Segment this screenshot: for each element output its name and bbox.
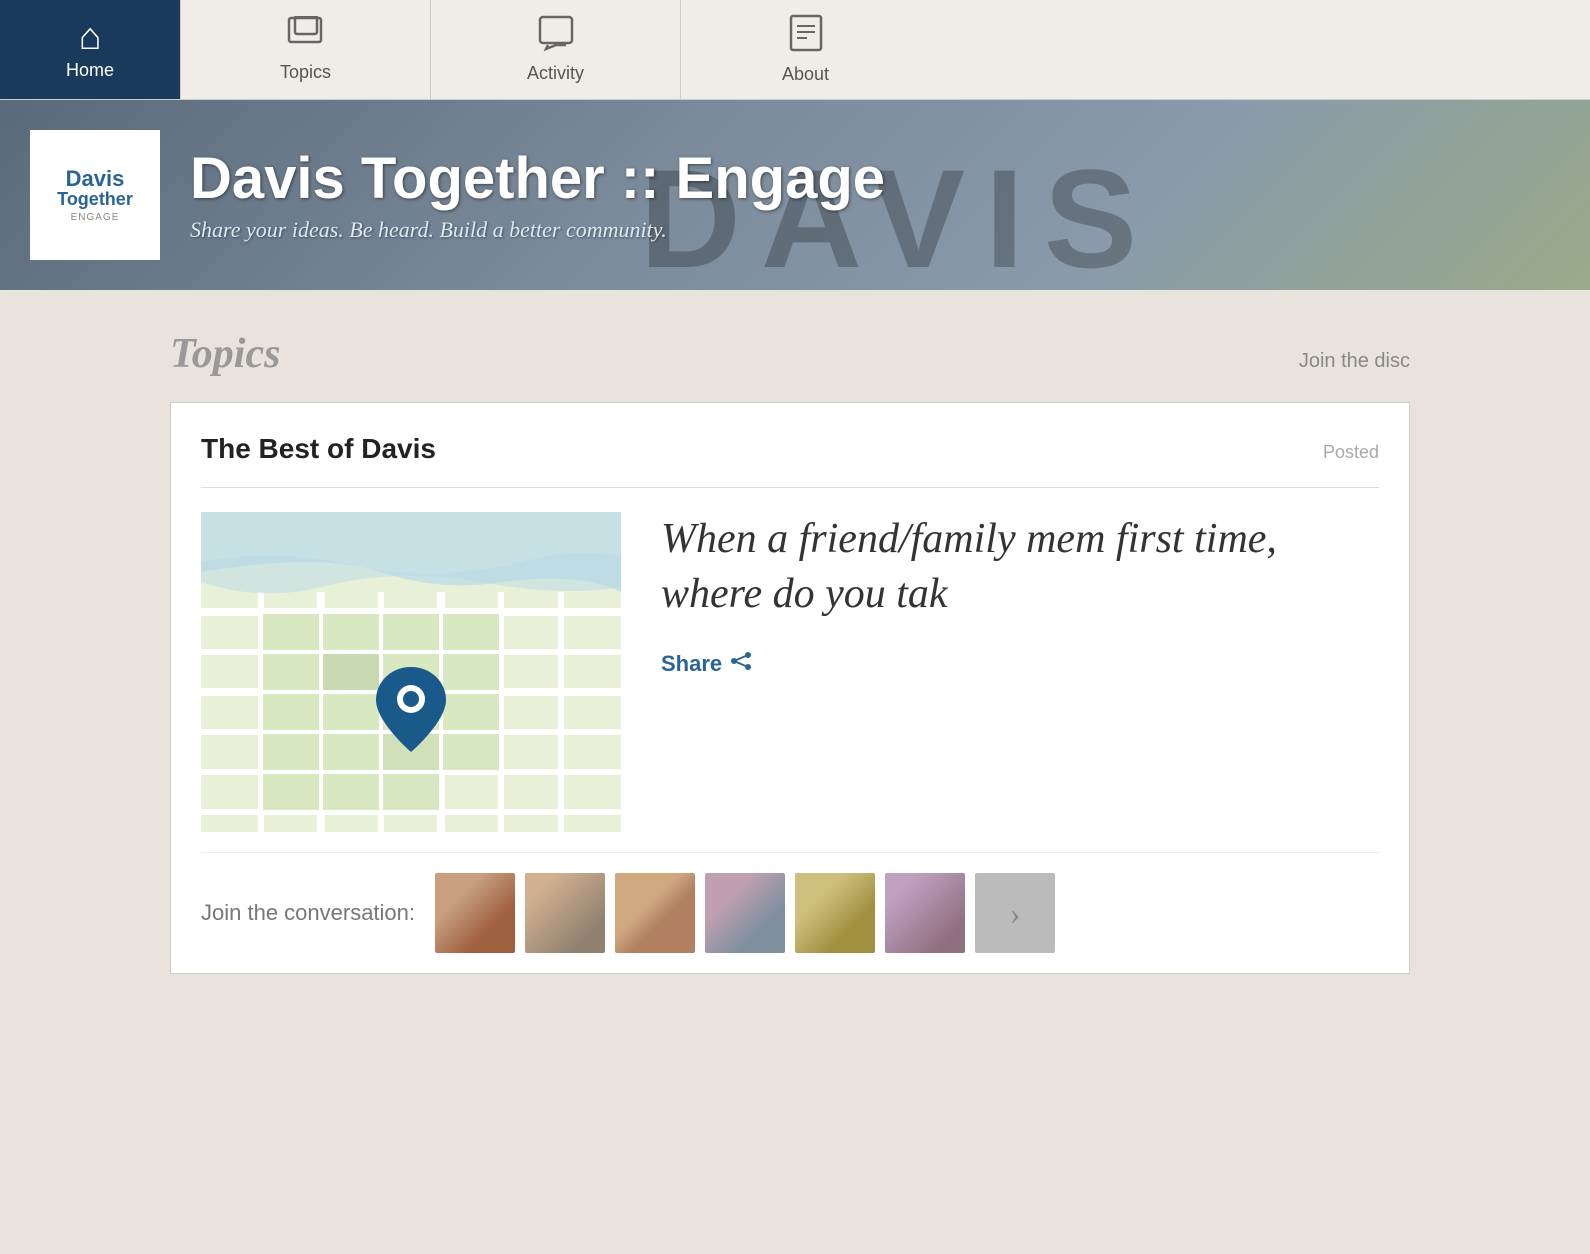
join-conversation-label: Join the conversation: — [201, 900, 415, 926]
topics-icon — [287, 16, 325, 58]
share-icon — [730, 652, 752, 676]
logo-text-engage: ENGAGE — [71, 212, 120, 223]
home-icon: ⌂ — [79, 18, 102, 56]
logo-text-davis: Davis — [66, 168, 125, 190]
topic-divider — [201, 487, 1379, 488]
topic-card: The Best of Davis Posted — [170, 402, 1410, 974]
posted-label: Posted — [1323, 442, 1379, 463]
site-logo: Davis Together ENGAGE — [30, 130, 160, 260]
banner-title: Davis Together :: Engage — [190, 147, 885, 211]
topics-tab[interactable]: Topics — [180, 0, 430, 99]
share-button[interactable]: Share — [661, 651, 752, 677]
about-tab-label: About — [782, 64, 829, 85]
topic-card-title: The Best of Davis — [201, 433, 436, 465]
avatar-row: › — [435, 873, 1055, 953]
avatar-4 — [705, 873, 785, 953]
map-image — [201, 512, 621, 832]
main-content: Topics Join the disc The Best of Davis P… — [0, 290, 1590, 1014]
topic-question: When a friend/family mem first time, whe… — [661, 512, 1379, 621]
topics-heading: Topics — [170, 330, 280, 378]
activity-icon — [538, 15, 574, 59]
avatar-1 — [435, 873, 515, 953]
join-discussion-label: Join the disc — [1299, 350, 1410, 373]
topic-body: When a friend/family mem first time, whe… — [201, 512, 1379, 832]
home-nav-button[interactable]: ⌂ Home — [0, 0, 180, 99]
activity-tab[interactable]: Activity — [430, 0, 680, 99]
about-tab[interactable]: About — [680, 0, 930, 99]
avatar-more: › — [975, 873, 1055, 953]
banner-text-block: Davis Together :: Engage Share your idea… — [190, 147, 885, 243]
activity-tab-label: Activity — [527, 63, 584, 84]
topics-tab-label: Topics — [280, 62, 331, 83]
banner-subtitle: Share your ideas. Be heard. Build a bett… — [190, 217, 885, 243]
topic-text-area: When a friend/family mem first time, whe… — [661, 512, 1379, 677]
about-icon — [789, 14, 823, 60]
site-banner: Davis Together ENGAGE Davis Together :: … — [0, 100, 1590, 290]
avatar-5 — [795, 873, 875, 953]
avatar-3 — [615, 873, 695, 953]
avatar-2 — [525, 873, 605, 953]
share-label: Share — [661, 651, 722, 677]
topics-header: Topics Join the disc — [170, 330, 1410, 378]
home-label: Home — [66, 60, 114, 81]
bottom-bar: Join the conversation: › — [201, 852, 1379, 953]
navigation-bar: ⌂ Home Topics Activity — [0, 0, 1590, 100]
logo-text-together: Together — [57, 190, 133, 208]
avatar-6 — [885, 873, 965, 953]
